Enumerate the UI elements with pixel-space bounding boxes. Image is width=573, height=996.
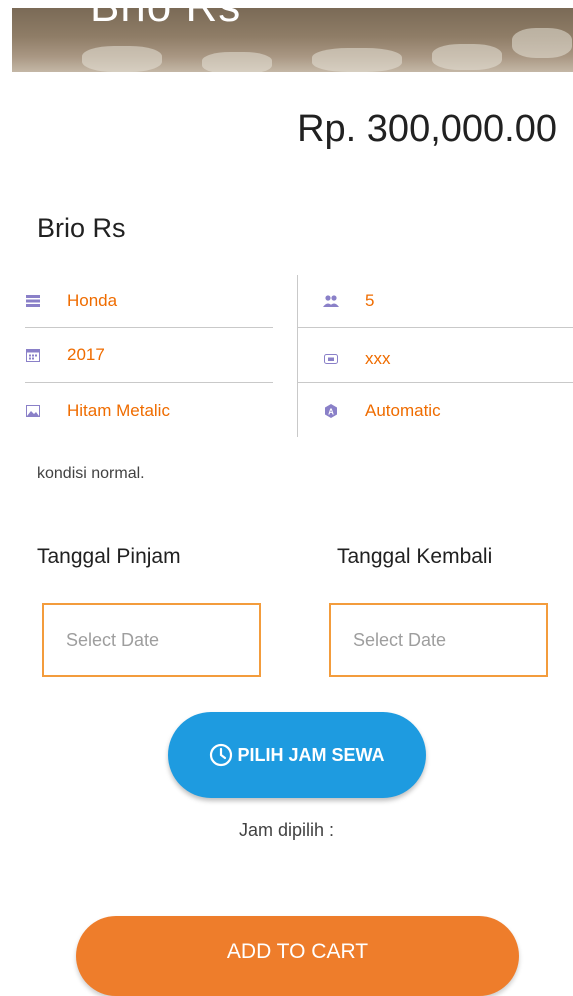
svg-text:A: A [328,408,334,417]
list-icon [25,294,41,308]
plate-icon [323,352,339,366]
seats-icon [323,294,339,308]
rental-price: Rp. 300,000.00 [297,108,557,150]
spec-color: Hitam Metalic [25,385,170,437]
tanggal-kembali-placeholder: Select Date [353,629,447,650]
spec-brand: Honda [25,275,117,327]
spec-brand-value: Honda [67,291,118,310]
spec-year-value: 2017 [67,345,105,364]
pilih-jam-sewa-label: PILIH JAM SEWA [237,744,385,765]
car-hero-image: Brio Rs [12,8,573,72]
car-description: kondisi normal. [37,465,145,482]
car-name: Brio Rs [37,213,126,243]
spec-seats: 5 [323,275,374,327]
jam-dipilih-text: Jam dipilih : [238,820,335,840]
tanggal-kembali-input[interactable]: Select Date [329,603,548,677]
spec-seats-value: 5 [365,291,375,310]
spec-year: 2017 [25,329,105,381]
transmission-icon: A [323,404,339,418]
spec-transmission: A Automatic [323,385,441,437]
spec-color-value: Hitam Metalic [67,401,170,420]
calendar-icon [25,348,41,362]
pilih-jam-sewa-button[interactable]: PILIH JAM SEWA [168,712,426,798]
tanggal-pinjam-placeholder: Select Date [66,629,160,650]
color-icon [25,404,41,418]
add-to-cart-label: ADD TO CART [226,940,369,963]
tanggal-kembali-label: Tanggal Kembali [337,545,493,568]
spec-plate-value: xxx [365,349,391,368]
add-to-cart-button[interactable]: ADD TO CART [76,916,519,996]
clock-icon [209,743,233,767]
hero-title: Brio Rs [90,8,241,32]
spec-plate: xxx [323,333,391,385]
spec-transmission-value: Automatic [365,401,441,420]
tanggal-pinjam-label: Tanggal Pinjam [37,545,181,568]
spec-grid: Honda 5 2017 xxx Hitam Metalic A Automat… [25,275,573,437]
tanggal-pinjam-input[interactable]: Select Date [42,603,261,677]
